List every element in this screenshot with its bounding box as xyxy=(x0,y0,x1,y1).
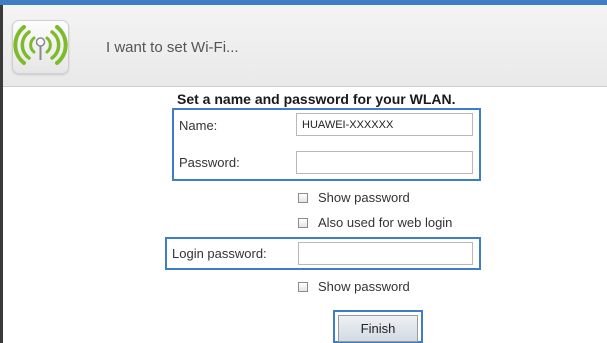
show-login-password-label: Show password xyxy=(318,279,410,294)
also-web-login-checkbox[interactable] xyxy=(298,218,308,228)
wizard-header: I want to set Wi-Fi... xyxy=(3,5,607,87)
also-web-login-label: Also used for web login xyxy=(318,215,453,230)
show-login-password-checkbox[interactable] xyxy=(298,282,308,292)
name-label: Name: xyxy=(179,118,218,133)
wifi-signal-icon xyxy=(12,20,69,74)
header-title: I want to set Wi-Fi... xyxy=(106,39,239,56)
section-title: Set a name and password for your WLAN. xyxy=(177,91,456,107)
finish-button[interactable]: Finish xyxy=(338,315,418,342)
login-password-label: Login password: xyxy=(172,246,267,261)
password-label: Password: xyxy=(179,155,240,170)
finish-button-highlight: Finish xyxy=(333,310,423,343)
show-password-label: Show password xyxy=(318,190,410,205)
login-password-input[interactable] xyxy=(298,242,473,265)
wlan-password-input[interactable] xyxy=(296,151,473,174)
wlan-name-input[interactable] xyxy=(296,113,473,136)
show-password-checkbox[interactable] xyxy=(298,193,308,203)
